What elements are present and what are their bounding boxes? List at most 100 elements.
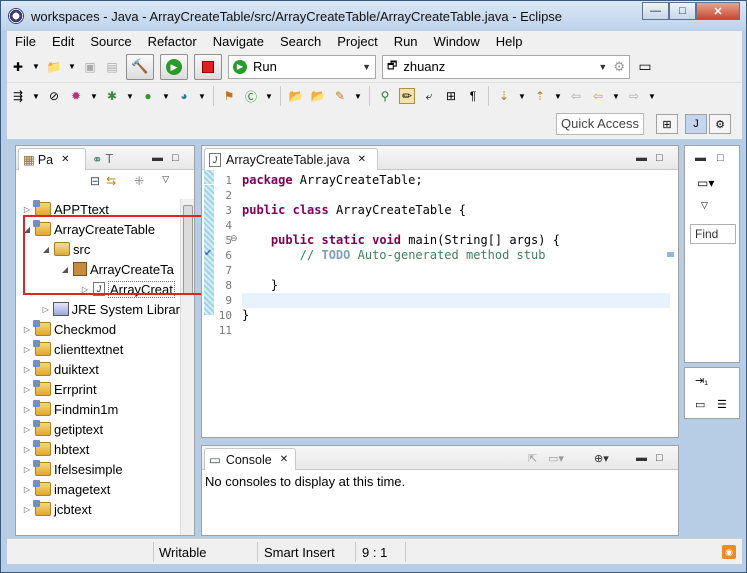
chevron-down-icon[interactable]: ▼ xyxy=(648,88,656,104)
tree-item[interactable]: ▷ hbtext xyxy=(16,439,180,459)
menu-refactor[interactable]: Refactor xyxy=(140,34,205,49)
bug-icon[interactable]: ✱ xyxy=(104,88,120,104)
next-annotation-icon[interactable]: ⚲ xyxy=(377,88,393,104)
tree-item[interactable]: ▷ Findmin1m xyxy=(16,399,180,419)
code-area[interactable]: 1 2 3 4 5 6 7 8 9 10 11 ⊖ ✔ package Arra… xyxy=(202,170,678,437)
save-icon[interactable]: ▣ xyxy=(82,59,98,75)
collapse-all-icon[interactable]: ⊟ xyxy=(90,174,100,188)
expand-arrow-icon[interactable]: ▷ xyxy=(22,325,32,334)
chevron-down-icon[interactable]: ▼ xyxy=(354,88,362,104)
new-folder-icon[interactable]: 📁 xyxy=(46,59,62,75)
tree-item[interactable]: ▷ Ifelsesimple xyxy=(16,459,180,479)
task-marker-icon[interactable]: ✔ xyxy=(204,248,212,259)
menu-help[interactable]: Help xyxy=(488,34,531,49)
new-icon[interactable]: ✚ xyxy=(10,59,26,75)
block-select-icon[interactable]: ⊞ xyxy=(443,88,459,104)
forward-icon[interactable]: ⇨ xyxy=(626,88,642,104)
minimize-view-icon[interactable]: ▬ xyxy=(152,152,163,164)
menu-edit[interactable]: Edit xyxy=(44,34,82,49)
pin-console-icon[interactable]: ⇱ xyxy=(528,452,537,465)
java-perspective-icon[interactable]: J xyxy=(685,114,707,134)
expand-arrow-icon[interactable]: ▷ xyxy=(22,345,32,354)
save-all-icon[interactable]: ▤ xyxy=(104,59,120,75)
focus-icon[interactable]: ⁜ xyxy=(134,174,144,188)
maximize-view-icon[interactable]: □ xyxy=(656,152,663,164)
expand-arrow-icon[interactable]: ▷ xyxy=(22,465,32,474)
next-edit-icon[interactable]: ⇣ xyxy=(496,88,512,104)
tab-type-hierarchy[interactable]: ⚭ T xyxy=(88,148,117,170)
expand-arrow-icon[interactable]: ▷ xyxy=(22,485,32,494)
expand-arrow-icon[interactable]: ▷ xyxy=(22,445,32,454)
perspective-icon[interactable]: ⊞ xyxy=(656,114,678,134)
expand-arrow-icon[interactable]: ▷ xyxy=(22,425,32,434)
tree-item[interactable]: ▷ clienttextnet xyxy=(16,339,180,359)
run-button[interactable]: ▶ xyxy=(160,53,188,80)
close-icon[interactable]: ✕ xyxy=(358,154,366,165)
skip-breakpoints-icon[interactable]: ⊘ xyxy=(46,88,62,104)
chevron-down-icon[interactable]: ▼ xyxy=(554,88,562,104)
close-icon[interactable]: ✕ xyxy=(61,154,69,165)
debug-icon[interactable]: ✹ xyxy=(68,88,84,104)
menu-run[interactable]: Run xyxy=(386,34,426,49)
chevron-down-icon[interactable]: ▼ xyxy=(162,88,170,104)
quick-access-input[interactable]: Quick Access xyxy=(556,113,644,135)
menu-project[interactable]: Project xyxy=(329,34,385,49)
problems-icon[interactable]: ☰ xyxy=(717,398,727,411)
open-type-icon[interactable]: 📂 xyxy=(288,88,304,104)
chevron-down-icon[interactable]: ▼ xyxy=(90,88,98,104)
menu-source[interactable]: Source xyxy=(82,34,139,49)
close-button[interactable]: ✕ xyxy=(696,2,740,20)
find-input[interactable]: Find xyxy=(690,224,736,244)
expand-arrow-icon[interactable]: ▷ xyxy=(41,305,50,314)
expand-arrow-icon[interactable]: ▷ xyxy=(22,405,32,414)
expand-arrow-icon[interactable]: ▷ xyxy=(22,505,32,514)
chevron-down-icon[interactable]: ▼ xyxy=(518,88,526,104)
word-wrap-icon[interactable]: ⤶ xyxy=(421,88,437,104)
pen-icon[interactable]: ✎ xyxy=(332,88,348,104)
minimize-view-icon[interactable]: ▬ xyxy=(695,152,706,164)
chevron-down-icon[interactable]: ▼ xyxy=(198,88,206,104)
tab-arraycreatetable-java[interactable]: J ArrayCreateTable.java ✕ xyxy=(204,148,378,170)
open-console-icon[interactable]: ⊕▾ xyxy=(594,452,609,465)
tree-item[interactable]: ▷ jcbtext xyxy=(16,499,180,519)
outline-icon[interactable]: ⇥₁ xyxy=(695,374,708,387)
display-console-icon[interactable]: ▭▾ xyxy=(548,452,564,465)
maximize-button[interactable]: □ xyxy=(669,2,696,20)
back-history-icon[interactable]: ⇦ xyxy=(568,88,584,104)
fold-icon[interactable]: ⊖ xyxy=(230,233,238,244)
new-class-icon[interactable]: Ⓒ xyxy=(243,88,259,104)
prev-edit-icon[interactable]: ⇡ xyxy=(532,88,548,104)
open-perspective-icon[interactable]: ▭ xyxy=(637,58,653,75)
toggle-icon[interactable]: ⇶ xyxy=(10,88,26,104)
tab-package-explorer[interactable]: ▦ Pa ✕ xyxy=(18,148,86,170)
tree-item[interactable]: ▷ Errprint xyxy=(16,379,180,399)
stop-button[interactable] xyxy=(194,53,222,80)
menu-navigate[interactable]: Navigate xyxy=(205,34,272,49)
tree-item[interactable]: ▷ JRE System Librar xyxy=(16,299,180,319)
tree-item[interactable]: ▷ Checkmod xyxy=(16,319,180,339)
new-task-icon[interactable]: ▭▾ xyxy=(697,176,714,190)
overview-ruler-marker[interactable] xyxy=(667,252,674,257)
maximize-view-icon[interactable]: □ xyxy=(656,452,663,464)
rss-icon[interactable]: ◉ xyxy=(722,545,736,559)
link-editor-icon[interactable]: ⇆ xyxy=(106,174,116,188)
debug-perspective-icon[interactable]: ⚙ xyxy=(709,114,731,134)
chevron-down-icon[interactable]: ▼ xyxy=(265,88,273,104)
mark-occurrences-icon[interactable]: ✏ xyxy=(399,88,415,104)
menu-search[interactable]: Search xyxy=(272,34,329,49)
expand-arrow-icon[interactable]: ▷ xyxy=(22,205,32,214)
tree-item[interactable]: ▷ getiptext xyxy=(16,419,180,439)
chevron-down-icon[interactable]: ▼ xyxy=(68,59,76,75)
minimize-button[interactable]: — xyxy=(642,2,669,20)
run-config-select[interactable]: ▶ Run ▼ xyxy=(228,54,376,79)
chevron-down-icon[interactable]: ▼ xyxy=(612,88,620,104)
minimize-view-icon[interactable]: ▬ xyxy=(636,452,647,464)
view-menu-icon[interactable]: ▽ xyxy=(162,174,169,188)
expand-arrow-icon[interactable]: ▷ xyxy=(22,385,32,394)
maximize-view-icon[interactable]: □ xyxy=(717,152,724,164)
back-icon[interactable]: ⇦ xyxy=(590,88,606,104)
open-folder-icon[interactable]: 📂 xyxy=(310,88,326,104)
menu-window[interactable]: Window xyxy=(426,34,488,49)
tab-console[interactable]: ▭ Console ✕ xyxy=(204,448,296,470)
chevron-down-icon[interactable]: ▼ xyxy=(32,88,40,104)
